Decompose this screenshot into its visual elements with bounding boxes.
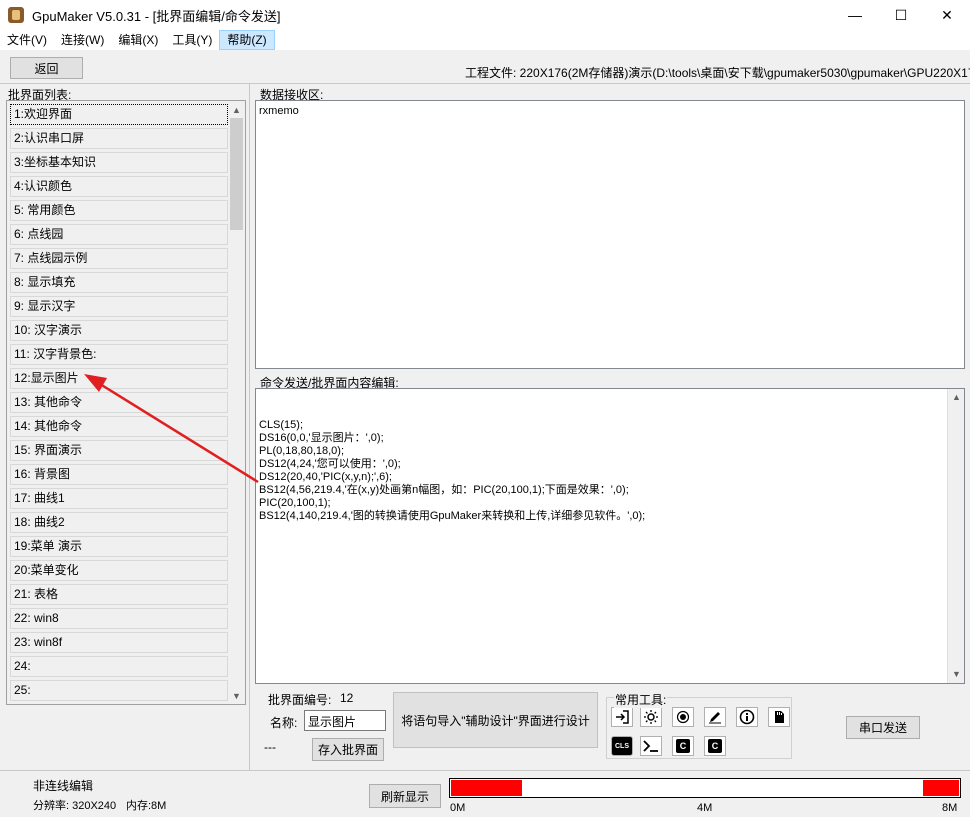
c-badge-icon[interactable]: C xyxy=(672,736,694,756)
screen-no-label: 批界面编号: xyxy=(268,693,332,707)
list-item[interactable]: 25: xyxy=(10,680,228,701)
command-line: BS12(4,56,219.4,'在(x,y)处画第n幅图，如：PIC(20,1… xyxy=(259,484,629,496)
menu-edit[interactable]: 编辑(X) xyxy=(111,30,165,50)
name-input[interactable]: 显示图片 xyxy=(304,710,386,731)
list-item[interactable]: 18: 曲线2 xyxy=(10,512,228,533)
c-badge-text: C xyxy=(676,739,690,753)
tools-label: 常用工具: xyxy=(614,691,668,708)
command-scrollbar[interactable]: ▲ ▼ xyxy=(947,389,964,683)
refresh-button[interactable]: 刷新显示 xyxy=(369,784,441,808)
c-badge-text: C xyxy=(708,739,722,753)
command-line: BS12(4,140,219.4,'图的转换请使用GpuMaker来转换和上传,… xyxy=(259,510,646,522)
pencil-icon[interactable] xyxy=(704,707,726,727)
list-item[interactable]: 6: 点线园 xyxy=(10,224,228,245)
receive-content: rxmemo xyxy=(259,105,299,117)
list-item[interactable]: 13: 其他命令 xyxy=(10,392,228,413)
screen-no-value: 12 xyxy=(340,691,354,705)
list-item[interactable]: 14: 其他命令 xyxy=(10,416,228,437)
scroll-thumb[interactable] xyxy=(230,118,243,230)
command-line: CLS(15); xyxy=(259,419,304,431)
command-line: DS12(4,24,'您可以使用：',0); xyxy=(259,458,401,470)
list-item[interactable]: 4:认识颜色 xyxy=(10,176,228,197)
minimize-button[interactable]: — xyxy=(832,0,878,30)
list-item[interactable]: 12:显示图片 xyxy=(10,368,228,389)
app-icon xyxy=(8,7,24,23)
login-icon[interactable] xyxy=(611,707,633,727)
list-item[interactable]: 24: xyxy=(10,656,228,677)
mem-tick-4: 4M xyxy=(697,802,713,814)
list-item[interactable]: 3:坐标基本知识 xyxy=(10,152,228,173)
save-screen-button[interactable]: 存入批界面 xyxy=(312,738,384,761)
list-item[interactable]: 22: win8 xyxy=(10,608,228,629)
brightness-icon[interactable] xyxy=(640,707,662,727)
receive-memo[interactable]: rxmemo xyxy=(255,100,965,369)
menu-connect[interactable]: 连接(W) xyxy=(54,30,111,50)
window-title: GpuMaker V5.0.31 - [批界面编辑/命令发送] xyxy=(32,8,281,24)
screen-list-scrollbar[interactable]: ▲ ▼ xyxy=(228,101,245,704)
memory-bar xyxy=(449,778,961,798)
list-item[interactable]: 1:欢迎界面 xyxy=(10,104,228,125)
list-item[interactable]: 15: 界面演示 xyxy=(10,440,228,461)
command-line: DS12(20,40,'PIC(x,y,n);',6); xyxy=(259,471,392,483)
list-item[interactable]: 23: win8f xyxy=(10,632,228,653)
screen-list[interactable]: 1:欢迎界面 2:认识串口屏 3:坐标基本知识 4:认识颜色 5: 常用颜色 6: 点线园… xyxy=(6,100,246,705)
scroll-down-icon[interactable]: ▼ xyxy=(228,687,245,704)
menu-help[interactable]: 帮助(Z) xyxy=(219,30,275,50)
dashes-label: --- xyxy=(264,740,276,754)
menu-bar: 文件(V) 连接(W) 编辑(X) 工具(Y) 帮助(Z) xyxy=(0,30,970,50)
target-icon[interactable] xyxy=(672,707,694,727)
list-item[interactable]: 2:认识串口屏 xyxy=(10,128,228,149)
scroll-down-icon[interactable]: ▼ xyxy=(948,666,964,683)
scroll-up-icon[interactable]: ▲ xyxy=(228,101,245,118)
memory-status: 内存:8M xyxy=(126,800,167,812)
list-item[interactable]: 20:菜单变化 xyxy=(10,560,228,581)
memory-used-right xyxy=(923,780,959,796)
memory-card-icon[interactable] xyxy=(768,707,790,727)
list-item[interactable]: 21: 表格 xyxy=(10,584,228,605)
list-item[interactable]: 10: 汉字演示 xyxy=(10,320,228,341)
splitter[interactable] xyxy=(249,84,250,770)
command-line: PL(0,18,80,18,0); xyxy=(259,445,345,457)
mode-status: 非连线编辑 xyxy=(33,779,94,793)
command-line: DS16(0,0,'显示图片：',0); xyxy=(259,432,384,444)
list-item[interactable]: 19:菜单 演示 xyxy=(10,536,228,557)
scroll-up-icon[interactable]: ▲ xyxy=(948,389,964,406)
mem-tick-8: 8M xyxy=(942,802,958,814)
resolution-status: 分辨率: 320X240 xyxy=(33,800,117,812)
import-design-button[interactable]: 将语句导入"辅助设计"界面进行设计 xyxy=(393,692,598,748)
list-item[interactable]: 16: 背景图 xyxy=(10,464,228,485)
menu-file[interactable]: 文件(V) xyxy=(0,30,54,50)
toolbar: 返回 工程文件: 220X176(2M存储器)演示(D:\tools\桌面\安下… xyxy=(0,50,970,84)
list-item[interactable]: 11: 汉字背景色: xyxy=(10,344,228,365)
name-label: 名称: xyxy=(270,716,298,730)
memory-used-left xyxy=(451,780,522,796)
mem-tick-0: 0M xyxy=(450,802,466,814)
back-button[interactable]: 返回 xyxy=(10,57,83,79)
command-editor[interactable]: CLS(15); DS16(0,0,'显示图片：',0); PL(0,18,80,1… xyxy=(255,388,965,684)
menu-tools[interactable]: 工具(Y) xyxy=(165,30,219,50)
list-item[interactable]: 5: 常用颜色 xyxy=(10,200,228,221)
title-bar: GpuMaker V5.0.31 - [批界面编辑/命令发送] — ☐ ✕ xyxy=(0,0,970,30)
serial-send-button[interactable]: 串口发送 xyxy=(846,716,920,739)
cls-icon[interactable]: CLS xyxy=(611,736,633,756)
list-item[interactable]: 17: 曲线1 xyxy=(10,488,228,509)
close-button[interactable]: ✕ xyxy=(924,0,970,30)
list-item[interactable]: 7: 点线园示例 xyxy=(10,248,228,269)
project-file-path: 工程文件: 220X176(2M存储器)演示(D:\tools\桌面\安下载\g… xyxy=(465,66,970,80)
terminal-icon[interactable] xyxy=(640,736,662,756)
c-badge-icon[interactable]: C xyxy=(704,736,726,756)
list-item[interactable]: 9: 显示汉字 xyxy=(10,296,228,317)
info-icon[interactable] xyxy=(736,707,758,727)
list-item[interactable]: 8: 显示填充 xyxy=(10,272,228,293)
maximize-button[interactable]: ☐ xyxy=(878,0,924,30)
command-line: PIC(20,100,1); xyxy=(259,497,331,509)
